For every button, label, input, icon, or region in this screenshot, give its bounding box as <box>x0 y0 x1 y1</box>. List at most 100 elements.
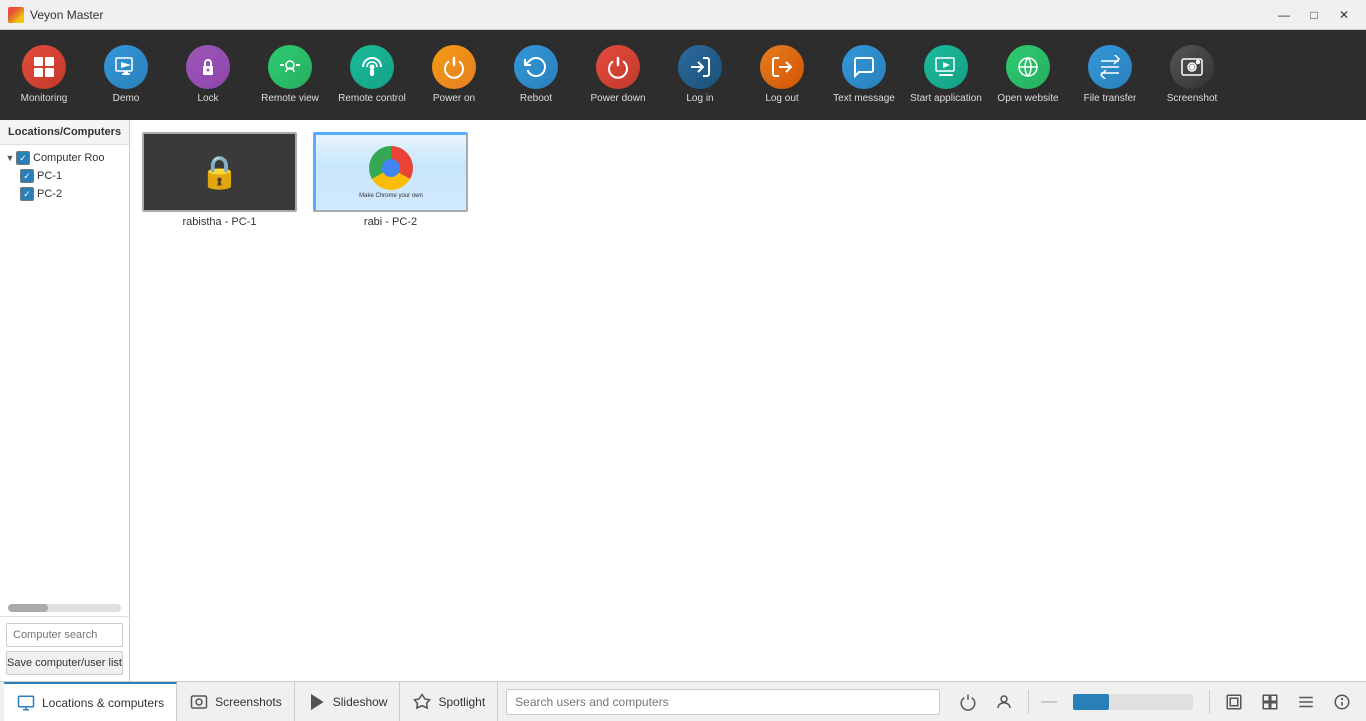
remote-view-icon <box>268 45 312 89</box>
screenshots-icon <box>189 692 209 712</box>
toolbar-text-message[interactable]: Text message <box>824 35 904 115</box>
log-out-label: Log out <box>765 93 798 105</box>
power-on-label: Power on <box>433 93 475 105</box>
tab-locations-label: Locations & computers <box>42 696 164 710</box>
search-area <box>498 689 948 715</box>
fit-screen-button[interactable] <box>1218 686 1250 718</box>
tree-checkbox-root[interactable] <box>16 151 30 165</box>
tab-spotlight[interactable]: Spotlight <box>400 682 498 721</box>
computer-tile-pc1[interactable]: 🔒 rabistha - PC-1 <box>138 128 301 232</box>
main-content: Locations/Computers ▼ Computer Roo PC-1 … <box>0 120 1366 681</box>
dash-separator: — <box>1037 693 1061 711</box>
log-in-icon <box>678 45 722 89</box>
reboot-icon <box>514 45 558 89</box>
lock-label: Lock <box>197 93 218 105</box>
tree-item-root[interactable]: ▼ Computer Roo <box>0 149 129 167</box>
tree-label-pc2: PC-2 <box>37 188 62 200</box>
remote-view-label: Remote view <box>261 93 319 105</box>
slideshow-icon <box>307 692 327 712</box>
info-button[interactable] <box>1326 686 1358 718</box>
tree-label-root: Computer Roo <box>33 152 105 164</box>
maximize-button[interactable]: □ <box>1300 5 1328 25</box>
start-app-icon <box>924 45 968 89</box>
tree-item-pc2[interactable]: PC-2 <box>0 185 129 203</box>
start-app-label: Start application <box>910 93 982 105</box>
chrome-inner <box>382 159 400 177</box>
content-area: 🔒 rabistha - PC-1 Make Chrome your own r… <box>130 120 1366 681</box>
toolbar-log-in[interactable]: Log in <box>660 35 740 115</box>
tree-checkbox-pc2[interactable] <box>20 187 34 201</box>
toolbar-lock[interactable]: Lock <box>168 35 248 115</box>
file-transfer-icon <box>1088 45 1132 89</box>
computer-name-pc1: rabistha - PC-1 <box>183 216 257 228</box>
lock-icon-pc1: 🔒 <box>200 153 240 191</box>
window-controls: — □ ✕ <box>1270 5 1358 25</box>
monitoring-label: Monitoring <box>21 93 68 105</box>
demo-label: Demo <box>113 93 140 105</box>
user-computer-search-input[interactable] <box>506 689 940 715</box>
minimize-button[interactable]: — <box>1270 5 1298 25</box>
toolbar-start-app[interactable]: Start application <box>906 35 986 115</box>
open-website-icon <box>1006 45 1050 89</box>
file-transfer-label: File transfer <box>1084 93 1137 105</box>
power-button[interactable] <box>952 686 984 718</box>
tab-screenshots-label: Screenshots <box>215 695 282 709</box>
power-down-icon <box>596 45 640 89</box>
sidebar-scroll-thumb[interactable] <box>8 604 48 612</box>
close-button[interactable]: ✕ <box>1330 5 1358 25</box>
remote-control-icon <box>350 45 394 89</box>
tab-slideshow[interactable]: Slideshow <box>295 682 401 721</box>
reboot-label: Reboot <box>520 93 552 105</box>
toolbar-remote-view[interactable]: Remote view <box>250 35 330 115</box>
screenshot-icon <box>1170 45 1214 89</box>
computer-screen-pc2: Make Chrome your own <box>313 132 468 212</box>
toolbar-power-on[interactable]: Power on <box>414 35 494 115</box>
open-website-label: Open website <box>997 93 1058 105</box>
toolbar-file-transfer[interactable]: File transfer <box>1070 35 1150 115</box>
sidebar-scrollbar[interactable] <box>8 604 121 612</box>
tree-label-pc1: PC-1 <box>37 170 62 182</box>
computer-tile-pc2[interactable]: Make Chrome your own rabi - PC-2 <box>309 128 472 232</box>
tab-slideshow-label: Slideshow <box>333 695 388 709</box>
app-title: Veyon Master <box>30 8 1270 22</box>
toolbar-log-out[interactable]: Log out <box>742 35 822 115</box>
toolbar: Monitoring Demo Lock <box>0 30 1366 120</box>
sidebar-header: Locations/Computers <box>0 120 129 145</box>
toolbar-power-down[interactable]: Power down <box>578 35 658 115</box>
toolbar-screenshot[interactable]: Screenshot <box>1152 35 1232 115</box>
sidebar: Locations/Computers ▼ Computer Roo PC-1 … <box>0 120 130 681</box>
toolbar-open-website[interactable]: Open website <box>988 35 1068 115</box>
power-down-label: Power down <box>590 93 645 105</box>
remote-control-label: Remote control <box>338 93 406 105</box>
user-button[interactable] <box>988 686 1020 718</box>
list-button[interactable] <box>1290 686 1322 718</box>
progress-bar <box>1073 694 1109 710</box>
screenshot-label: Screenshot <box>1167 93 1218 105</box>
text-message-icon <box>842 45 886 89</box>
sidebar-tree: ▼ Computer Roo PC-1 PC-2 <box>0 145 129 600</box>
monitoring-icon <box>22 45 66 89</box>
tab-locations-computers[interactable]: Locations & computers <box>4 682 177 721</box>
tree-item-pc1[interactable]: PC-1 <box>0 167 129 185</box>
toolbar-monitoring[interactable]: Monitoring <box>4 35 84 115</box>
computers-grid: 🔒 rabistha - PC-1 Make Chrome your own r… <box>138 128 1358 232</box>
tree-checkbox-pc1[interactable] <box>20 169 34 183</box>
text-message-label: Text message <box>833 93 895 105</box>
bottom-bar: Locations & computers Screenshots Slides… <box>0 681 1366 721</box>
separator-2 <box>1209 690 1210 714</box>
tree-arrow-root: ▼ <box>4 152 16 164</box>
tab-screenshots[interactable]: Screenshots <box>177 682 295 721</box>
locations-computers-icon <box>16 693 36 713</box>
log-out-icon <box>760 45 804 89</box>
grid-button[interactable] <box>1254 686 1286 718</box>
computer-screen-pc1: 🔒 <box>142 132 297 212</box>
toolbar-demo[interactable]: Demo <box>86 35 166 115</box>
app-icon <box>8 7 24 23</box>
toolbar-remote-control[interactable]: Remote control <box>332 35 412 115</box>
chrome-label: Make Chrome your own <box>359 193 423 199</box>
save-computer-list-button[interactable]: Save computer/user list <box>6 651 123 675</box>
toolbar-reboot[interactable]: Reboot <box>496 35 576 115</box>
computer-search-input[interactable] <box>6 623 123 647</box>
tab-spotlight-label: Spotlight <box>438 695 485 709</box>
sidebar-bottom: Save computer/user list <box>0 616 129 681</box>
